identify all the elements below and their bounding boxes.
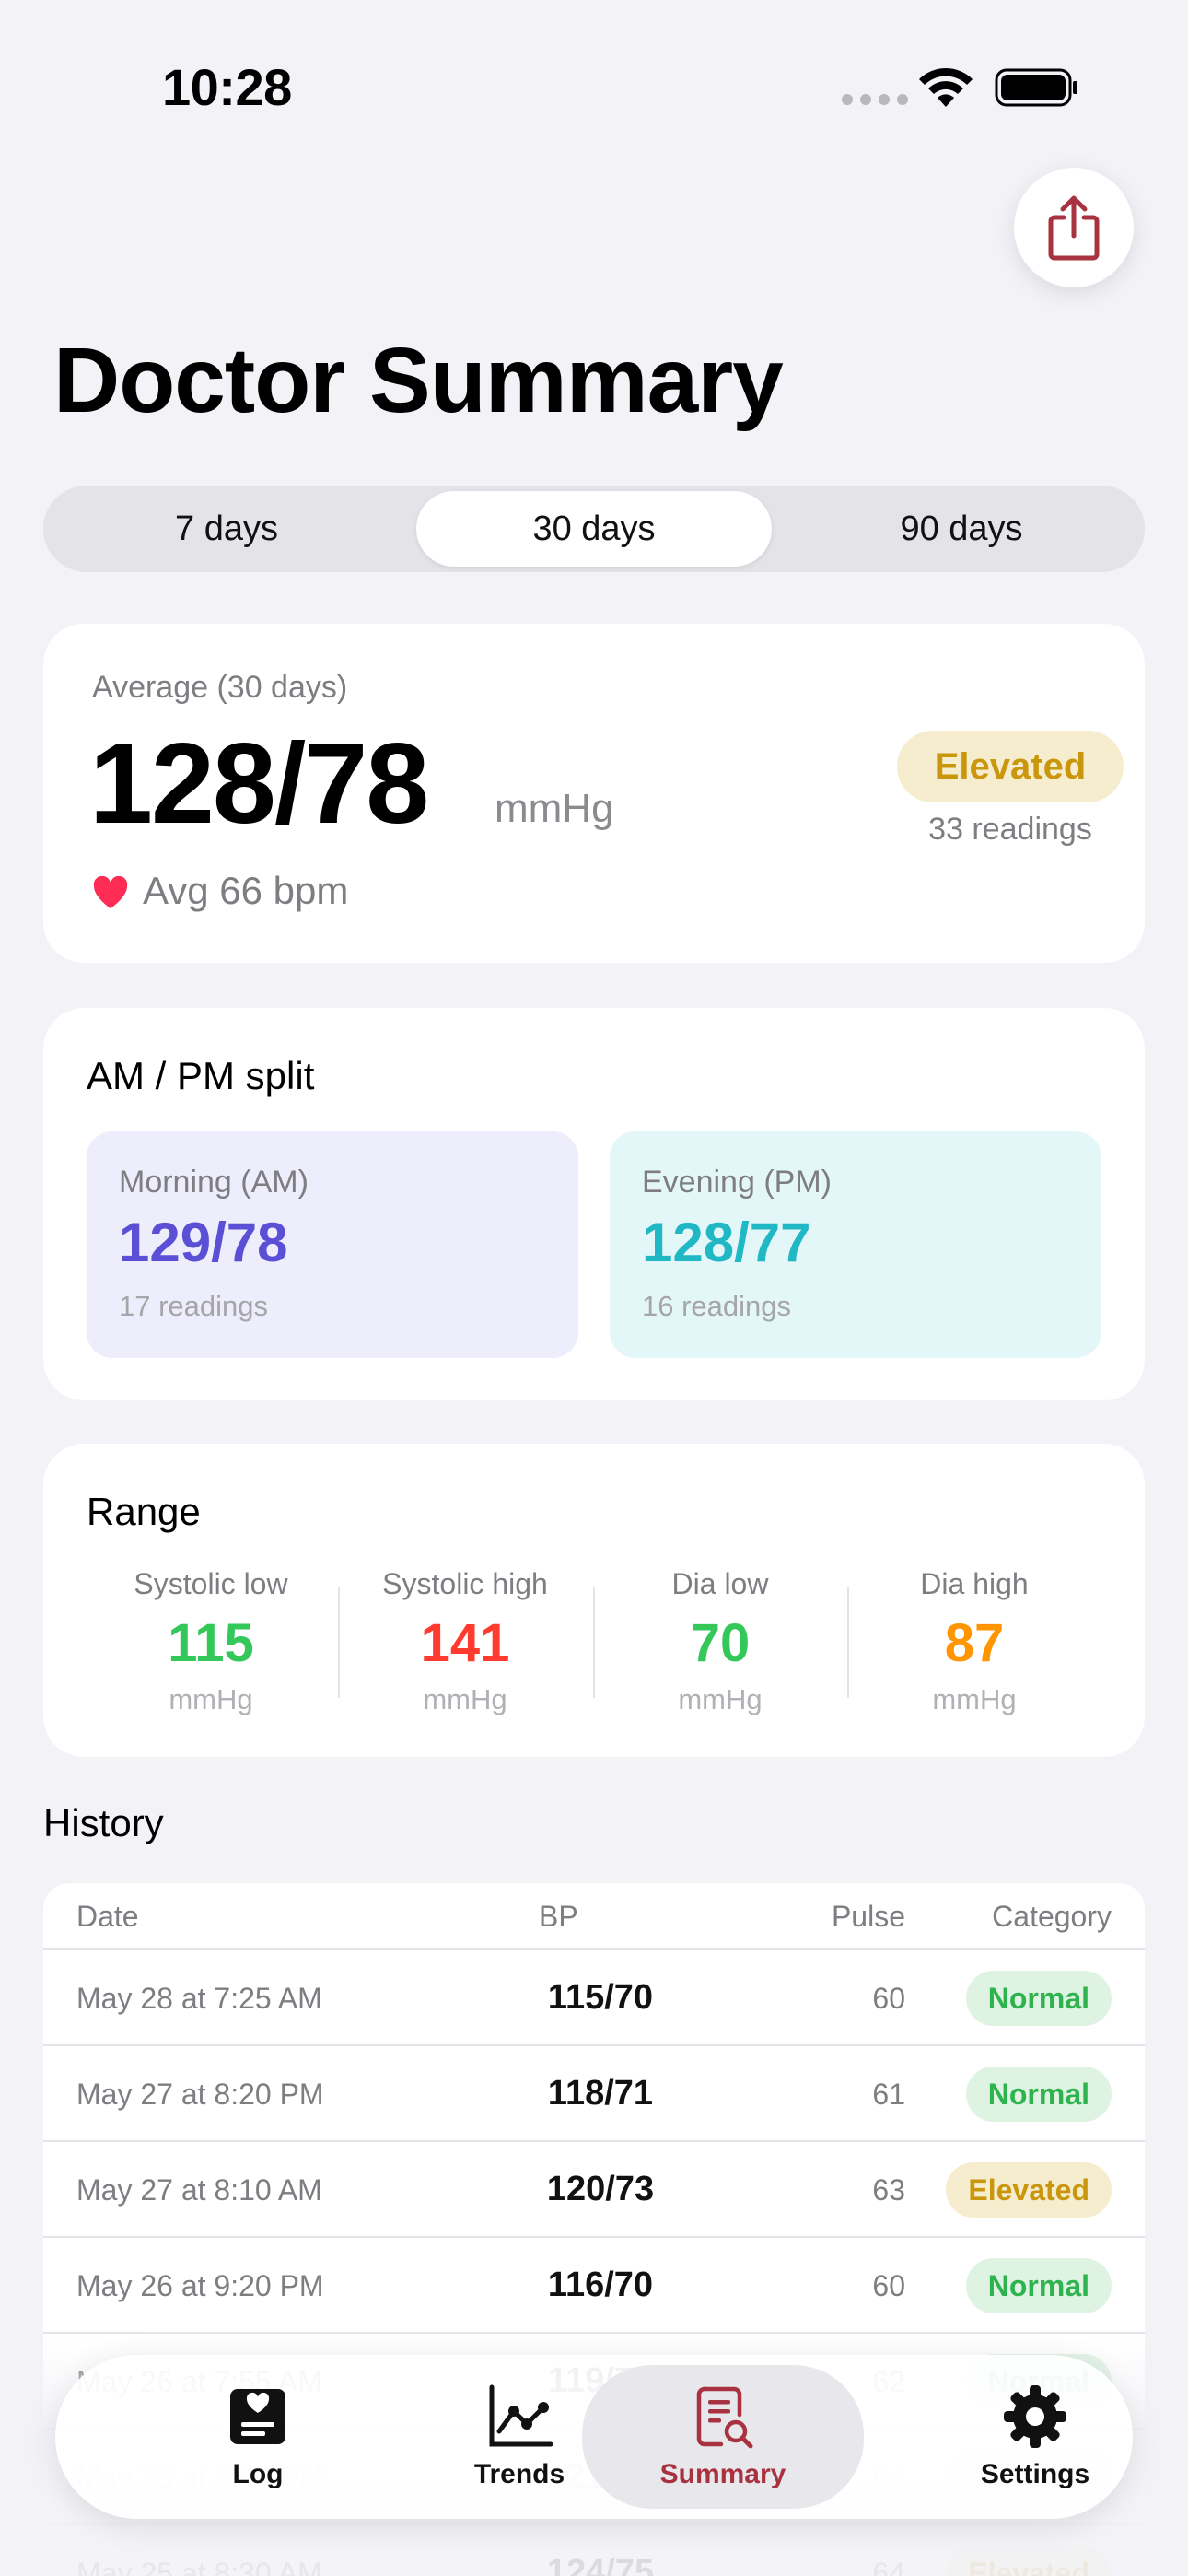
- range-unit: mmHg: [169, 1683, 253, 1715]
- readings-count: 33 readings: [928, 812, 1092, 847]
- average-label: Average (30 days): [92, 670, 348, 705]
- morning-label: Morning (AM): [119, 1165, 309, 1200]
- range-label: Dia high: [920, 1567, 1029, 1600]
- tab-settings[interactable]: Settings: [915, 2355, 1155, 2519]
- range-label: Systolic low: [134, 1567, 288, 1600]
- trends-icon: [489, 2384, 553, 2447]
- segment-30-days[interactable]: 30 days: [416, 491, 772, 567]
- tab-summary[interactable]: Summary: [582, 2365, 864, 2509]
- evening-value: 128/77: [642, 1212, 811, 1273]
- column-pulse: Pulse: [831, 1900, 905, 1933]
- row-bp: 118/71: [547, 2074, 654, 2113]
- share-button[interactable]: [1014, 168, 1134, 287]
- tab-label: Settings: [980, 2459, 1090, 2489]
- row-bp: 115/70: [547, 1978, 654, 2017]
- morning-value: 129/78: [119, 1212, 288, 1273]
- row-category-badge: Normal: [965, 2258, 1112, 2313]
- tab-label: Summary: [659, 2459, 786, 2489]
- column-category: Category: [992, 1900, 1112, 1933]
- range-unit: mmHg: [423, 1683, 507, 1715]
- range-value: 115: [168, 1613, 254, 1673]
- settings-icon: [1004, 2385, 1066, 2448]
- range-unit: mmHg: [932, 1683, 1017, 1715]
- row-category-badge: Normal: [965, 1971, 1112, 2026]
- status-bar: 10:28: [0, 0, 1188, 175]
- table-row[interactable]: May 27 at 8:20 PM 118/71 61 Normal: [43, 2046, 1145, 2142]
- am-pm-split-card: AM / PM split Morning (AM) 129/78 17 rea…: [43, 1008, 1145, 1400]
- row-bp: 120/73: [546, 2170, 655, 2208]
- heart-icon: [93, 876, 128, 908]
- share-icon: [1048, 195, 1100, 261]
- category-badge: Elevated: [897, 731, 1124, 802]
- row-date: May 26 at 9:20 PM: [76, 2269, 324, 2302]
- range-label: Dia low: [671, 1567, 769, 1600]
- segment-7-days[interactable]: 7 days: [49, 491, 404, 567]
- row-category-badge: Elevated: [946, 2162, 1112, 2218]
- am-pm-split-title: AM / PM split: [87, 1054, 315, 1097]
- tab-log[interactable]: Log: [138, 2355, 378, 2519]
- cellular-signal-icon: [842, 94, 908, 105]
- row-category-badge: Normal: [965, 2067, 1112, 2122]
- range-label: Systolic high: [382, 1567, 548, 1600]
- row-date: May 27 at 8:20 PM: [76, 2078, 324, 2111]
- row-date: May 28 at 7:25 AM: [76, 1982, 322, 2015]
- wifi-icon: [919, 67, 973, 107]
- battery-icon: [995, 68, 1077, 107]
- tab-bar: Log Trends Summary Settings: [55, 2355, 1133, 2519]
- average-bp-value: 128/78: [89, 720, 429, 848]
- table-row[interactable]: May 27 at 8:10 AM 120/73 63 Elevated: [43, 2142, 1145, 2238]
- average-card: Average (30 days) 128/78 mmHg Avg 66 bpm…: [43, 624, 1145, 963]
- morning-box: Morning (AM) 129/78 17 readings: [87, 1131, 578, 1358]
- tab-label: Log: [232, 2459, 284, 2489]
- page-title: Doctor Summary: [53, 329, 784, 432]
- segment-90-days[interactable]: 90 days: [784, 491, 1139, 567]
- range-card: Range Systolic low 115 mmHg Systolic hig…: [43, 1444, 1145, 1757]
- row-pulse: 61: [872, 2078, 905, 2111]
- range-value: 87: [944, 1613, 1005, 1673]
- evening-box: Evening (PM) 128/77 16 readings: [610, 1131, 1101, 1358]
- summary-icon: [696, 2386, 753, 2449]
- range-segmented-control: 7 days 30 days 90 days: [43, 486, 1145, 572]
- tab-label: Trends: [473, 2459, 565, 2489]
- range-title: Range: [87, 1490, 201, 1533]
- row-pulse: 60: [872, 1982, 905, 2015]
- range-unit: mmHg: [678, 1683, 763, 1715]
- history-title: History: [43, 1801, 164, 1844]
- evening-readings: 16 readings: [642, 1290, 792, 1322]
- table-row[interactable]: May 28 at 7:25 AM 115/70 60 Normal: [43, 1950, 1145, 2046]
- row-date: May 27 at 8:10 AM: [76, 2173, 322, 2207]
- systolic-high: Systolic high 141 mmHg: [338, 1567, 592, 1716]
- status-time: 10:28: [162, 58, 292, 116]
- average-pulse: Avg 66 bpm: [143, 869, 349, 912]
- range-value: 141: [420, 1613, 510, 1673]
- column-date: Date: [76, 1900, 139, 1933]
- row-pulse: 60: [872, 2269, 905, 2302]
- column-bp: BP: [539, 1900, 578, 1933]
- row-bp: 116/70: [547, 2266, 654, 2304]
- log-icon: [230, 2389, 285, 2444]
- table-row[interactable]: May 26 at 9:20 PM 116/70 60 Normal: [43, 2238, 1145, 2334]
- morning-readings: 17 readings: [119, 1290, 269, 1322]
- history-table-header: Date BP Pulse Category: [43, 1883, 1145, 1950]
- range-value: 70: [690, 1613, 751, 1673]
- row-pulse: 63: [872, 2173, 905, 2207]
- dia-high: Dia high 87 mmHg: [847, 1567, 1101, 1716]
- systolic-low: Systolic low 115 mmHg: [84, 1567, 338, 1716]
- dia-low: Dia low 70 mmHg: [593, 1567, 847, 1716]
- evening-label: Evening (PM): [642, 1165, 832, 1200]
- average-unit: mmHg: [495, 786, 614, 831]
